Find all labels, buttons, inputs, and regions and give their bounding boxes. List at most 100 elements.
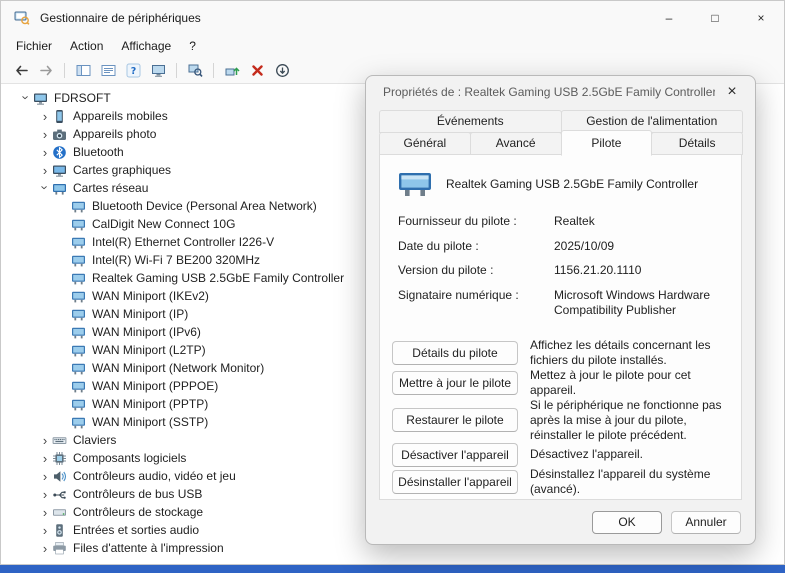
- netdev-icon: [71, 343, 86, 358]
- tab-pilote[interactable]: Pilote: [561, 130, 653, 156]
- chevron-icon[interactable]: [38, 488, 52, 501]
- tree-item-label: Bluetooth: [73, 145, 124, 159]
- chevron-icon[interactable]: [38, 452, 52, 465]
- device-manager-icon: [14, 10, 30, 26]
- tree-item-label: Claviers: [73, 433, 116, 447]
- tab-details[interactable]: Détails: [651, 132, 743, 155]
- netdev-icon: [71, 325, 86, 340]
- driver-field-value: Realtek: [554, 214, 729, 230]
- tree-item-label: Cartes réseau: [73, 181, 148, 195]
- audio-io-icon: [52, 523, 67, 538]
- chevron-icon[interactable]: [38, 110, 52, 123]
- tree-item-label: WAN Miniport (Network Monitor): [92, 361, 264, 375]
- driver-field-label: Version du pilote :: [398, 263, 554, 279]
- camera-icon: [52, 127, 67, 142]
- netdev-icon: [71, 379, 86, 394]
- chevron-icon[interactable]: [38, 183, 52, 194]
- toolbar-button[interactable]: [73, 60, 93, 80]
- dialog-title: Propriétés de : Realtek Gaming USB 2.5Gb…: [383, 85, 715, 99]
- netdev-icon: [71, 235, 86, 250]
- tab-evenements[interactable]: Événements: [379, 110, 562, 133]
- tree-item-label: Files d'attente à l'impression: [73, 541, 224, 555]
- chevron-icon[interactable]: [38, 146, 52, 159]
- toolbar-button[interactable]: [148, 60, 168, 80]
- tree-item-label: WAN Miniport (PPPOE): [92, 379, 218, 393]
- driver-field-value: 2025/10/09: [554, 239, 729, 255]
- toolbar-button[interactable]: [98, 60, 118, 80]
- chevron-icon[interactable]: [38, 506, 52, 519]
- properties-dialog: Propriétés de : Realtek Gaming USB 2.5Gb…: [365, 75, 756, 545]
- driver-field: Version du pilote : 1156.21.20.1110: [392, 263, 729, 279]
- tab-general[interactable]: Général: [379, 132, 471, 155]
- tree-item-label: Intel(R) Wi-Fi 7 BE200 320MHz: [92, 253, 260, 267]
- uninstall-icon: [250, 63, 265, 78]
- driver-action-description: Désinstallez l'appareil du système (avan…: [530, 467, 729, 497]
- back-icon: [14, 63, 29, 78]
- printer-icon: [52, 541, 67, 556]
- maximize-button[interactable]: □: [692, 1, 738, 34]
- window-title: Gestionnaire de périphériques: [40, 11, 201, 25]
- chevron-icon[interactable]: [19, 93, 33, 104]
- menu-item[interactable]: Action: [61, 37, 112, 55]
- toolbar-button[interactable]: [36, 60, 56, 80]
- toolbar-button[interactable]: ?: [123, 60, 143, 80]
- driver-action-description: Si le périphérique ne fonctionne pas apr…: [530, 398, 729, 443]
- tree-item-label: Bluetooth Device (Personal Area Network): [92, 199, 317, 213]
- dialog-close-icon[interactable]: ×: [715, 79, 749, 105]
- netdev-icon: [71, 307, 86, 322]
- driver-action-button[interactable]: Mettre à jour le pilote: [392, 371, 518, 395]
- netdev-icon: [71, 415, 86, 430]
- chevron-icon[interactable]: [38, 128, 52, 141]
- cancel-button[interactable]: Annuler: [671, 511, 741, 534]
- tree-item-label: FDRSOFT: [54, 91, 111, 105]
- minimize-button[interactable]: –: [646, 1, 692, 34]
- driver-fields: Fournisseur du pilote : Realtek Date du …: [392, 214, 729, 328]
- menu-item[interactable]: ?: [180, 37, 205, 55]
- driver-action-button[interactable]: Désinstaller l'appareil: [392, 470, 518, 494]
- driver-field: Date du pilote : 2025/10/09: [392, 239, 729, 255]
- chevron-icon[interactable]: [38, 434, 52, 447]
- netdev-icon: [71, 289, 86, 304]
- driver-action-row-details-pilote: Détails du pilote Affichez les détails c…: [392, 338, 729, 368]
- toolbar-button[interactable]: [247, 60, 267, 80]
- dialog-footer: OK Annuler: [366, 500, 755, 544]
- mobile-icon: [52, 109, 67, 124]
- toolbar-button[interactable]: [11, 60, 31, 80]
- tab-avance[interactable]: Avancé: [470, 132, 562, 155]
- software-icon: [52, 451, 67, 466]
- ok-button[interactable]: OK: [592, 511, 662, 534]
- chevron-icon[interactable]: [38, 470, 52, 483]
- bluetooth-icon: [52, 145, 67, 160]
- netdev-icon: [71, 397, 86, 412]
- properties-icon: [101, 63, 116, 78]
- tree-item-label: Composants logiciels: [73, 451, 186, 465]
- menu-item[interactable]: Affichage: [112, 37, 180, 55]
- tree-item-label: Realtek Gaming USB 2.5GbE Family Control…: [92, 271, 344, 285]
- chevron-icon[interactable]: [38, 524, 52, 537]
- tree-item-label: WAN Miniport (IKEv2): [92, 289, 209, 303]
- toolbar-button[interactable]: [222, 60, 242, 80]
- svg-text:?: ?: [130, 66, 136, 77]
- driver-field-label: Fournisseur du pilote :: [398, 214, 554, 230]
- chevron-icon[interactable]: [38, 542, 52, 555]
- driver-field-label: Date du pilote :: [398, 239, 554, 255]
- tree-item-label: Contrôleurs de stockage: [73, 505, 203, 519]
- tree-item-label: Contrôleurs de bus USB: [73, 487, 202, 501]
- disable-icon: [275, 63, 290, 78]
- scan-icon: [188, 63, 203, 78]
- driver-action-button[interactable]: Désactiver l'appareil: [392, 443, 518, 467]
- toolbar-button[interactable]: [185, 60, 205, 80]
- toolbar-separator: [176, 63, 177, 78]
- titlebar: Gestionnaire de périphériques – □ ×: [1, 1, 784, 34]
- toolbar-button[interactable]: [272, 60, 292, 80]
- chevron-icon[interactable]: [38, 164, 52, 177]
- driver-action-button[interactable]: Détails du pilote: [392, 341, 518, 365]
- tab-row-bottom: GénéralAvancéPiloteDétails: [379, 132, 742, 155]
- tree-item-label: CalDigit New Connect 10G: [92, 217, 235, 231]
- menu-item[interactable]: Fichier: [7, 37, 61, 55]
- menu-bar: FichierActionAffichage?: [1, 34, 784, 57]
- driver-action-button[interactable]: Restaurer le pilote: [392, 408, 518, 432]
- netdev-icon: [71, 271, 86, 286]
- tree-item-label: Cartes graphiques: [73, 163, 171, 177]
- close-button[interactable]: ×: [738, 1, 784, 34]
